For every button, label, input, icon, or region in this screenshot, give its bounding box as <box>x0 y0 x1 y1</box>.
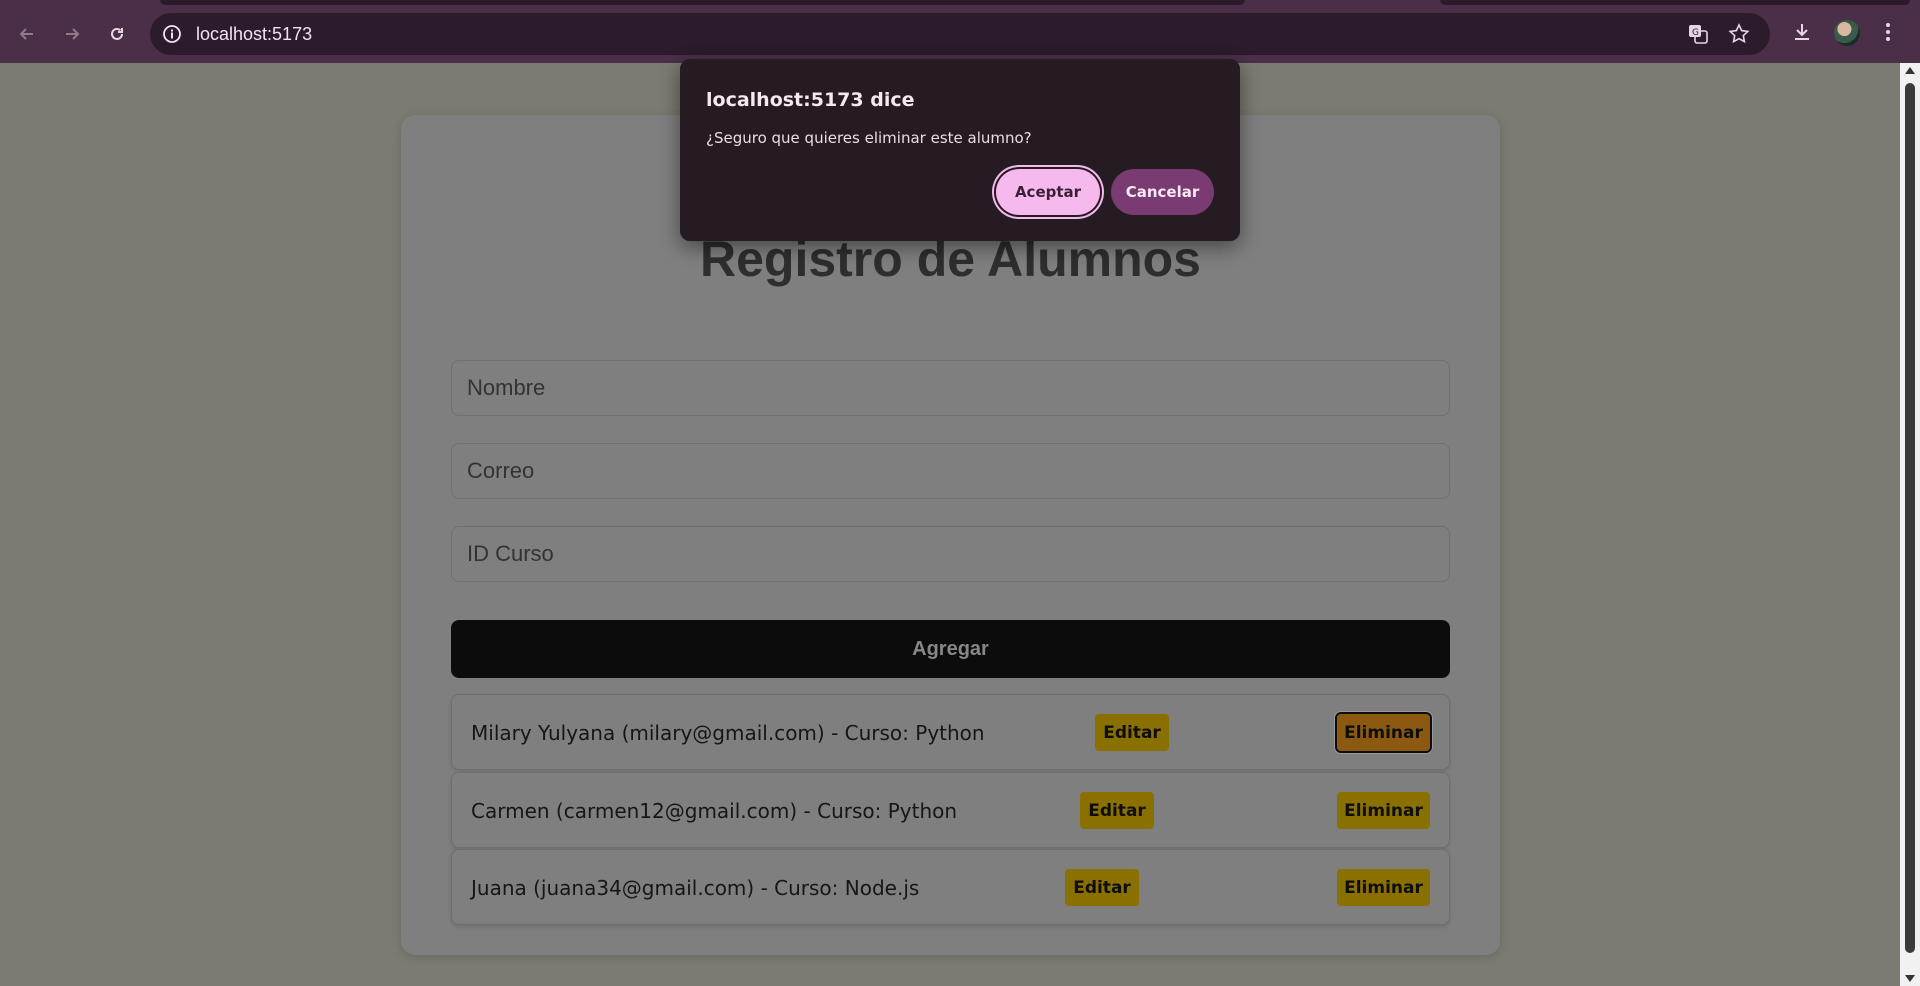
student-info: Carmen (carmen12@gmail.com) - Curso: Pyt… <box>471 799 958 823</box>
cancel-button[interactable]: Cancelar <box>1111 169 1214 215</box>
browser-toolbar: localhost:5173 G <box>0 0 1920 63</box>
email-field[interactable] <box>451 443 1450 499</box>
reload-icon[interactable] <box>103 20 131 48</box>
delete-button[interactable]: Eliminar <box>1337 869 1430 906</box>
kebab-menu-icon[interactable] <box>1882 20 1894 44</box>
url-text[interactable]: localhost:5173 <box>196 24 312 45</box>
course-id-field[interactable] <box>451 526 1450 582</box>
delete-button[interactable]: Eliminar <box>1337 792 1430 829</box>
dialog-message: ¿Seguro que quieres eliminar este alumno… <box>706 129 1032 147</box>
accept-button[interactable]: Aceptar <box>996 169 1100 215</box>
edit-button[interactable]: Editar <box>1065 869 1139 906</box>
student-info: Milary Yulyana (milary@gmail.com) - Curs… <box>471 721 985 745</box>
student-row: Carmen (carmen12@gmail.com) - Curso: Pyt… <box>451 772 1450 848</box>
course-id-input[interactable] <box>452 527 1449 581</box>
forward-arrow-icon[interactable] <box>58 20 86 48</box>
student-info: Juana (juana34@gmail.com) - Curso: Node.… <box>471 876 920 900</box>
edit-button[interactable]: Editar <box>1080 792 1154 829</box>
translate-icon[interactable]: G <box>1687 23 1709 45</box>
name-field[interactable] <box>451 360 1450 416</box>
confirm-dialog: localhost:5173 dice ¿Seguro que quieres … <box>680 59 1240 241</box>
student-row: Juana (juana34@gmail.com) - Curso: Node.… <box>451 849 1450 925</box>
scrollbar-thumb[interactable] <box>1905 83 1915 953</box>
name-input[interactable] <box>452 361 1449 415</box>
email-input[interactable] <box>452 444 1449 498</box>
svg-text:G: G <box>1692 28 1699 38</box>
site-info-icon[interactable] <box>162 24 182 44</box>
student-row: Milary Yulyana (milary@gmail.com) - Curs… <box>451 694 1450 770</box>
back-arrow-icon[interactable] <box>13 20 41 48</box>
tab-strip-edge <box>1440 0 1910 5</box>
scroll-down-arrow-icon[interactable] <box>1905 975 1915 982</box>
edit-button[interactable]: Editar <box>1095 714 1169 751</box>
address-bar[interactable]: localhost:5173 G <box>150 13 1770 55</box>
student-registry-card: Registro de Alumnos Agregar Milary Yulya… <box>401 115 1500 955</box>
profile-avatar-icon[interactable] <box>1834 20 1860 46</box>
add-student-button[interactable]: Agregar <box>451 620 1450 678</box>
scroll-up-arrow-icon[interactable] <box>1905 67 1915 74</box>
page-scrollbar[interactable] <box>1900 63 1920 986</box>
dialog-title: localhost:5173 dice <box>706 89 915 111</box>
tab-strip-edge <box>160 0 1245 5</box>
delete-button[interactable]: Eliminar <box>1335 712 1432 753</box>
download-icon[interactable] <box>1790 20 1814 44</box>
bookmark-star-icon[interactable] <box>1728 23 1750 45</box>
